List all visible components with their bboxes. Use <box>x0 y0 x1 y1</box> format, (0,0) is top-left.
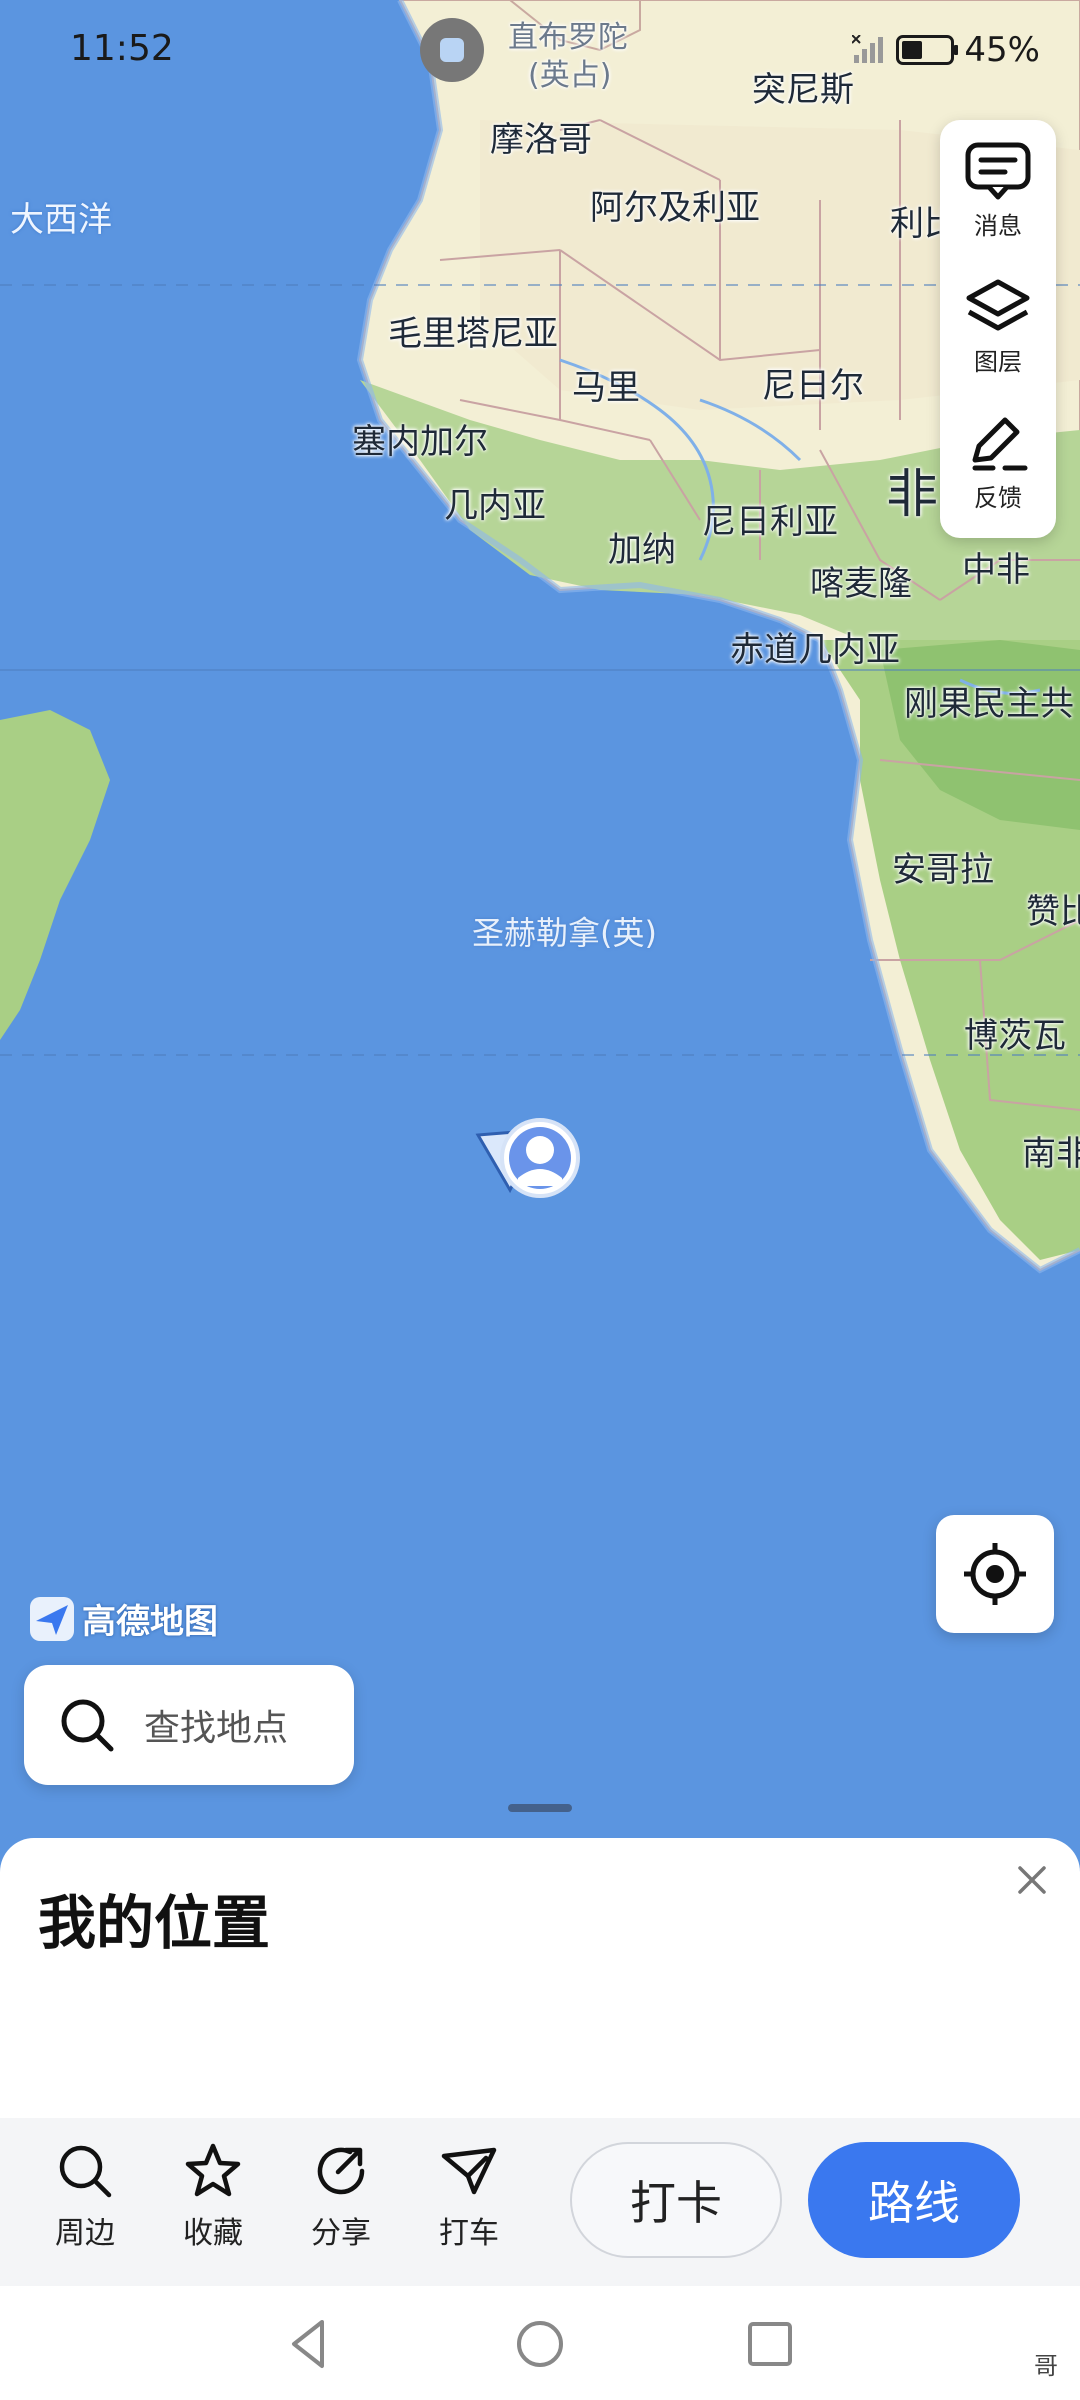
map-label-drc: 刚果民主共 <box>904 684 1074 724</box>
star-icon <box>185 2143 241 2197</box>
map-label-ghana: 加纳 <box>608 530 676 570</box>
sheet-drag-handle[interactable] <box>508 1804 572 1812</box>
map-label-africa: 非 <box>886 465 939 525</box>
map-label-niger: 尼日尔 <box>762 366 864 406</box>
watermark-text: 哥 <box>1034 2352 1058 2380</box>
map-view[interactable]: 直布罗陀 (英占) 突尼斯 摩洛哥 大西洋 阿尔及利亚 利比 毛里塔尼亚 马里 … <box>0 0 1080 1850</box>
map-label-angola: 安哥拉 <box>892 850 994 890</box>
action-bar: 周边 收藏 分享 打车 打卡 路线 <box>0 2118 1080 2286</box>
map-label-car: 中非 <box>962 550 1030 590</box>
status-time: 11:52 <box>70 28 174 69</box>
status-bar: 11:52 45% <box>0 0 1080 100</box>
search-icon <box>59 2145 112 2198</box>
favorite-label: 收藏 <box>183 2216 243 2251</box>
recents-icon[interactable] <box>740 2314 800 2374</box>
messages-label: 消息 <box>974 212 1022 240</box>
battery-icon <box>896 35 959 65</box>
map-label-mali: 马里 <box>572 368 640 408</box>
home-icon[interactable] <box>510 2314 570 2374</box>
my-location-sheet: 我的位置 <box>0 1838 1080 2120</box>
battery-percent: 45% <box>964 30 1040 70</box>
share-label: 分享 <box>311 2216 371 2251</box>
favorite-button[interactable]: 收藏 <box>158 2142 268 2252</box>
user-location-marker[interactable] <box>475 1118 580 1198</box>
share-button[interactable]: 分享 <box>286 2142 396 2252</box>
nearby-button[interactable]: 周边 <box>30 2142 140 2252</box>
route-button[interactable]: 路线 <box>808 2142 1020 2258</box>
taxi-button[interactable]: 打车 <box>414 2142 524 2252</box>
back-icon[interactable] <box>280 2314 340 2374</box>
brand-logo: 高德地图 <box>28 1594 218 1643</box>
share-icon <box>317 2147 365 2195</box>
checkin-button[interactable]: 打卡 <box>570 2142 782 2258</box>
amap-logo-icon <box>30 1596 74 1641</box>
floating-app-icon[interactable] <box>420 18 484 82</box>
brand-name: 高德地图 <box>82 1602 218 1642</box>
layers-label: 图层 <box>974 348 1022 376</box>
map-label-south-africa: 南非 <box>1022 1134 1080 1174</box>
map-label-algeria: 阿尔及利亚 <box>590 188 760 228</box>
search-bar[interactable]: 查找地点 <box>24 1665 354 1785</box>
taxi-label: 打车 <box>439 2216 499 2251</box>
map-label-eq-guinea: 赤道几内亚 <box>730 630 900 670</box>
sheet-title: 我的位置 <box>38 1889 271 1957</box>
feedback-button[interactable]: 反馈 <box>940 392 1056 528</box>
map-label-atlantic: 大西洋 <box>10 200 112 240</box>
map-label-zambia: 赞比 <box>1026 892 1080 932</box>
search-icon <box>61 1699 114 1752</box>
messages-button[interactable]: 消息 <box>940 120 1056 256</box>
locate-me-button[interactable] <box>936 1515 1054 1633</box>
search-placeholder: 查找地点 <box>144 1708 289 1749</box>
screen: 直布罗陀 (英占) 突尼斯 摩洛哥 大西洋 阿尔及利亚 利比 毛里塔尼亚 马里 … <box>0 0 1080 2400</box>
map-label-st-helena: 圣赫勒拿(英) <box>472 914 657 952</box>
map-label-guinea: 几内亚 <box>444 486 546 526</box>
signal-icon <box>852 35 884 63</box>
map-label-botswana: 博茨瓦 <box>964 1016 1066 1056</box>
crosshair-icon <box>964 1543 1026 1605</box>
message-icon <box>965 142 1031 200</box>
map-label-cameroon: 喀麦隆 <box>810 564 912 604</box>
feedback-label: 反馈 <box>974 484 1022 512</box>
taxi-icon <box>441 2147 497 2195</box>
map-label-morocco: 摩洛哥 <box>490 120 592 160</box>
map-tool-panel: 消息 图层 反馈 <box>940 120 1056 538</box>
close-icon[interactable] <box>1010 1858 1054 1902</box>
map-label-mauritania: 毛里塔尼亚 <box>388 314 558 354</box>
layers-icon <box>966 279 1030 331</box>
edit-pen-icon <box>972 417 1028 471</box>
layers-button[interactable]: 图层 <box>940 256 1056 392</box>
map-label-senegal: 塞内加尔 <box>352 422 488 462</box>
land-south-america <box>0 710 110 1040</box>
status-indicators: 45% <box>852 30 1040 70</box>
nearby-label: 周边 <box>55 2216 115 2251</box>
system-nav-bar: 哥 <box>0 2286 1080 2400</box>
map-label-nigeria: 尼日利亚 <box>702 502 838 542</box>
